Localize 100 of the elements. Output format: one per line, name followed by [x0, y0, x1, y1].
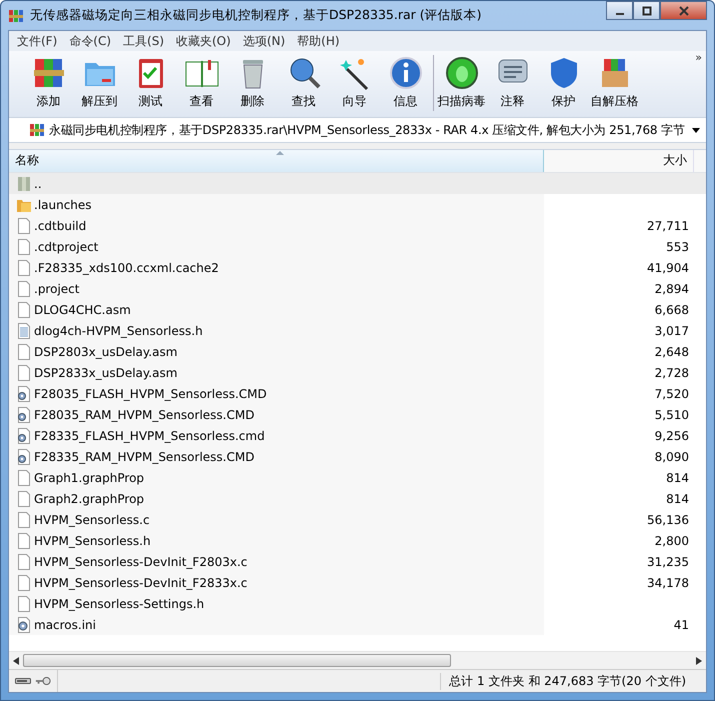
file-name: F28335_FLASH_HVPM_Sensorless.cmd	[34, 428, 265, 442]
scrollbar-thumb[interactable]	[23, 654, 452, 667]
minimize-button[interactable]	[606, 1, 633, 20]
file-name: HVPM_Sensorless-DevInit_F2803x.c	[34, 554, 248, 568]
horizontal-scrollbar[interactable]	[9, 651, 706, 669]
file-size: 8,090	[654, 450, 689, 464]
dropdown-arrow-icon[interactable]	[692, 128, 700, 132]
file-name: .launches	[34, 198, 92, 212]
drive-icon	[15, 676, 31, 686]
file-size: 814	[666, 470, 689, 484]
file-icon	[16, 490, 32, 506]
file-icon	[16, 280, 32, 296]
toolbar-button[interactable]: 注释	[487, 55, 538, 110]
close-icon	[678, 6, 688, 16]
sort-arrow-icon	[276, 151, 284, 155]
scroll-left-icon[interactable]	[13, 656, 19, 664]
file-icon	[16, 554, 32, 570]
file-name: ..	[34, 176, 42, 190]
file-name: HVPM_Sensorless.c	[34, 512, 150, 526]
file-size: 31,235	[647, 554, 689, 568]
app-icon	[8, 8, 24, 24]
file-icon	[16, 574, 32, 590]
maximize-icon	[642, 6, 652, 16]
file-row[interactable]: ..	[9, 173, 706, 194]
file-name: .cdtbuild	[34, 218, 86, 232]
menu-item[interactable]: 工具(S)	[117, 32, 170, 50]
file-name: F28035_FLASH_HVPM_Sensorless.CMD	[34, 386, 267, 400]
toolbar-button[interactable]: 添加	[23, 55, 74, 110]
up-folder-icon	[16, 176, 32, 192]
window-title: 无传感器磁场定向三相永磁同步电机控制程序，基于DSP28335.rar (评估版本)	[30, 7, 483, 24]
file-icon	[16, 238, 32, 254]
maximize-button[interactable]	[633, 1, 660, 20]
menu-item[interactable]: 文件(F)	[11, 32, 64, 50]
column-header[interactable]: 大小	[544, 150, 694, 172]
file-size: 27,711	[647, 218, 689, 232]
file-icon	[16, 470, 32, 486]
menu-item[interactable]: 帮助(H)	[291, 32, 346, 50]
more-chevron[interactable]: »	[695, 51, 702, 64]
key-icon	[35, 676, 51, 686]
file-name: F28335_RAM_HVPM_Sensorless.CMD	[34, 450, 254, 464]
column-header[interactable]: 名称	[9, 150, 544, 172]
file-name: Graph1.graphProp	[34, 470, 144, 484]
file-size: 553	[666, 240, 689, 254]
file-size: 34,178	[647, 576, 689, 590]
file-size: 2,894	[654, 282, 689, 296]
file-name: HVPM_Sensorless.h	[34, 534, 151, 548]
close-button[interactable]	[660, 1, 707, 20]
file-name: .cdtproject	[34, 240, 98, 254]
file-name: DSP2803x_usDelay.asm	[34, 344, 178, 358]
minimize-icon	[616, 12, 624, 14]
file-name: .F28335_xds100.ccxml.cache2	[34, 260, 219, 274]
file-name: DLOG4CHC.asm	[34, 302, 131, 316]
file-size: 5,510	[654, 408, 689, 422]
file-size: 6,668	[654, 302, 689, 316]
toolbar-button[interactable]: 信息	[380, 55, 431, 110]
menu-item[interactable]: 选项(N)	[236, 32, 292, 50]
toolbar-button[interactable]: 自解压格	[589, 55, 640, 110]
file-name: HVPM_Sensorless-DevInit_F2833x.c	[34, 576, 248, 590]
file-name: DSP2833x_usDelay.asm	[34, 366, 178, 380]
file-size: 3,017	[654, 324, 689, 338]
status-text: 总计 1 文件夹 和 247,683 字节(20 个文件)	[440, 672, 706, 690]
toolbar-button[interactable]: 查看	[176, 55, 227, 110]
file-icon	[16, 344, 32, 360]
file-icon	[16, 512, 32, 528]
menu-item[interactable]: 命令(C)	[63, 32, 118, 50]
file-icon	[16, 218, 32, 234]
file-icon	[16, 302, 32, 318]
file-size: 2,728	[654, 366, 689, 380]
menu-item[interactable]: 收藏夹(O)	[170, 32, 237, 50]
toolbar-button[interactable]: 测试	[125, 55, 176, 110]
file-size: 41	[674, 618, 689, 632]
toolbar-button[interactable]: 解压到	[74, 55, 125, 110]
toolbar-button[interactable]: 查找	[278, 55, 329, 110]
file-icon	[16, 596, 32, 612]
toolbar-button[interactable]: 扫描病毒	[436, 55, 487, 110]
settings-file-icon	[16, 616, 32, 632]
file-size: 2,800	[654, 534, 689, 548]
file-name: .project	[34, 282, 80, 296]
file-size: 56,136	[647, 512, 689, 526]
file-size: 7,520	[654, 386, 689, 400]
file-name: dlog4ch-HVPM_Sensorless.h	[34, 324, 203, 338]
file-name: Graph2.graphProp	[34, 492, 144, 506]
text-file-icon	[16, 322, 32, 338]
settings-file-icon	[16, 406, 32, 422]
info-icon	[388, 55, 424, 91]
address-path: 永磁同步电机控制程序，基于DSP28335.rar\HVPM_Sensorless_2833x - RAR 4.x 压缩文件, 解包大小为 251,768 字节	[49, 122, 686, 138]
toolbar-button[interactable]: 删除	[227, 55, 278, 110]
toolbar-button[interactable]: 保护	[538, 55, 589, 110]
scroll-right-icon[interactable]	[696, 656, 702, 664]
file-icon	[16, 532, 32, 548]
file-name: macros.ini	[34, 618, 96, 632]
toolbar-button[interactable]: 向导	[329, 55, 380, 110]
settings-file-icon	[16, 386, 32, 402]
archive-icon	[29, 122, 45, 138]
file-size: 41,904	[647, 260, 689, 274]
file-icon	[16, 260, 32, 276]
file-icon	[16, 364, 32, 380]
file-name: HVPM_Sensorless-Settings.h	[34, 596, 204, 610]
settings-file-icon	[16, 428, 32, 444]
file-name: F28035_RAM_HVPM_Sensorless.CMD	[34, 408, 254, 422]
